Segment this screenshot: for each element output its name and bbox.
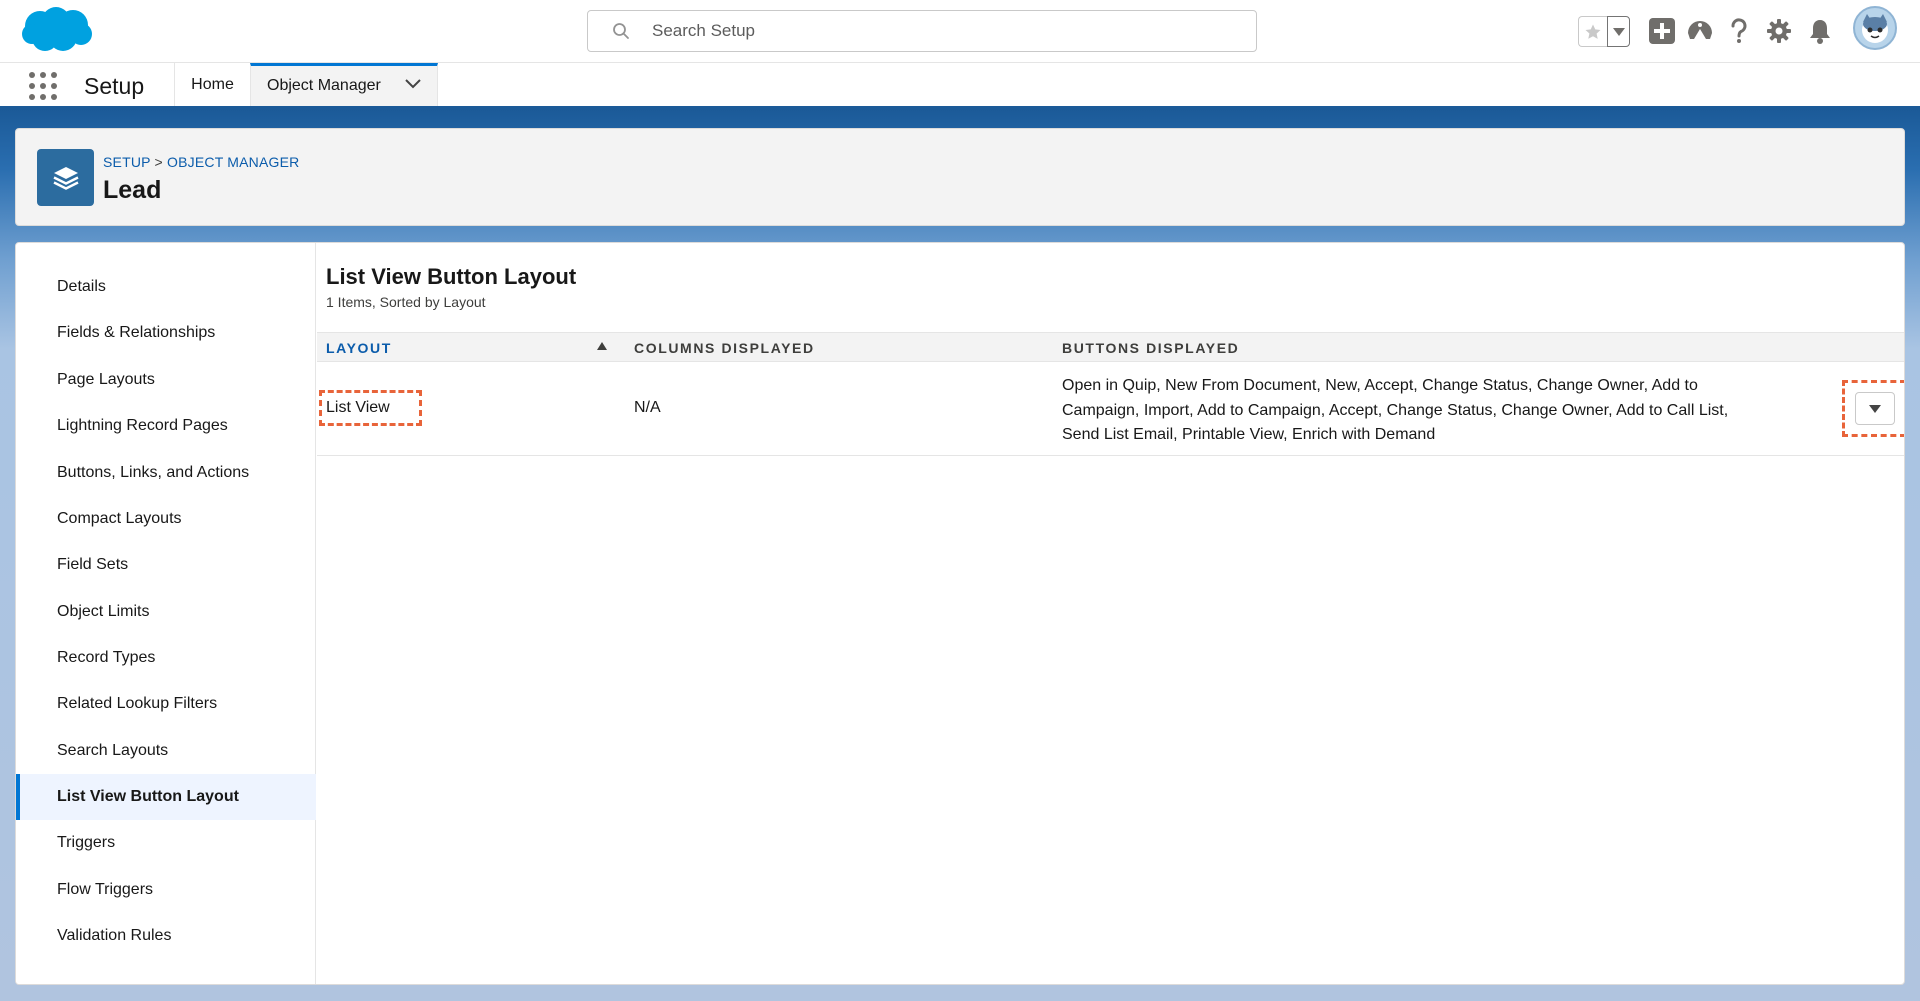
gear-icon xyxy=(1767,19,1791,43)
sidebar-item-compact-layouts[interactable]: Compact Layouts xyxy=(16,496,316,542)
caret-down-icon xyxy=(1612,27,1625,36)
sidebar-item-label: Lightning Record Pages xyxy=(57,417,228,434)
sidebar-item-label: Fields & Relationships xyxy=(57,324,216,341)
context-bar: Setup Home Object Manager xyxy=(0,63,1920,109)
tab-home-label: Home xyxy=(191,75,234,93)
search-icon xyxy=(613,23,629,39)
page-title: Lead xyxy=(103,176,162,204)
sidebar-item-label: Buttons, Links, and Actions xyxy=(57,464,250,481)
sidebar-item-fields-relationships[interactable]: Fields & Relationships xyxy=(16,310,316,356)
sidebar-item-page-layouts[interactable]: Page Layouts xyxy=(16,357,316,403)
app-launcher-icon[interactable] xyxy=(29,72,57,100)
caret-down-icon xyxy=(1869,404,1881,413)
cell-columns-displayed: N/A xyxy=(634,399,661,416)
object-header: SETUP > OBJECT MANAGER Lead xyxy=(15,128,1905,226)
column-header-buttons-displayed: BUTTONS DISPLAYED xyxy=(1062,340,1240,356)
favorites-list-button[interactable] xyxy=(1607,16,1630,47)
sidebar-item-label: Triggers xyxy=(57,834,116,851)
sidebar-item-label: List View Button Layout xyxy=(57,788,239,805)
global-search[interactable] xyxy=(587,10,1257,52)
search-input[interactable] xyxy=(652,21,1212,41)
help-button[interactable] xyxy=(1725,17,1753,45)
section-title: List View Button Layout xyxy=(326,264,577,289)
sidebar-item-label: Object Limits xyxy=(57,603,150,620)
content-area: List View Button Layout 1 Items, Sorted … xyxy=(317,243,1904,984)
sidebar-item-lightning-record-pages[interactable]: Lightning Record Pages xyxy=(16,403,316,449)
breadcrumb-setup[interactable]: SETUP xyxy=(103,154,150,170)
cell-layout-name[interactable]: List View xyxy=(326,399,390,417)
bell-icon xyxy=(1810,20,1830,44)
sidebar-item-object-limits[interactable]: Object Limits xyxy=(16,589,316,635)
global-actions-button[interactable] xyxy=(1648,17,1676,45)
column-header-columns-displayed: COLUMNS DISPLAYED xyxy=(634,340,815,356)
trailhead-icon xyxy=(1688,21,1712,39)
user-avatar[interactable] xyxy=(1853,6,1897,50)
sidebar-item-triggers[interactable]: Triggers xyxy=(16,820,316,866)
sidebar-item-flow-triggers[interactable]: Flow Triggers xyxy=(16,867,316,913)
sidebar-item-buttons-links-actions[interactable]: Buttons, Links, and Actions xyxy=(16,450,316,496)
sort-ascending-icon[interactable] xyxy=(597,342,607,350)
column-header-layout[interactable]: LAYOUT xyxy=(326,340,392,356)
sidebar-item-label: Field Sets xyxy=(57,556,129,573)
section-subtitle: 1 Items, Sorted by Layout xyxy=(326,294,486,310)
sidebar-item-list-view-button-layout[interactable]: List View Button Layout xyxy=(16,774,316,820)
sidebar-item-label: Search Layouts xyxy=(57,742,169,759)
app-name: Setup xyxy=(84,73,145,99)
breadcrumb: SETUP > OBJECT MANAGER xyxy=(103,154,299,170)
setup-button[interactable] xyxy=(1765,17,1793,45)
sidebar-item-record-types[interactable]: Record Types xyxy=(16,635,316,681)
main-panel: Details Fields & Relationships Page Layo… xyxy=(15,242,1905,985)
sidebar-item-label: Related Lookup Filters xyxy=(57,695,218,712)
cell-buttons-displayed: Open in Quip, New From Document, New, Ac… xyxy=(1062,377,1729,443)
notifications-button[interactable] xyxy=(1806,17,1834,45)
astro-avatar-icon xyxy=(1862,14,1888,43)
object-sidebar: Details Fields & Relationships Page Layo… xyxy=(16,243,316,984)
sidebar-item-label: Validation Rules xyxy=(57,927,172,944)
chevron-down-icon[interactable] xyxy=(405,79,421,89)
sidebar-item-label: Flow Triggers xyxy=(57,881,154,898)
star-icon xyxy=(1585,24,1601,39)
object-icon xyxy=(37,149,94,206)
question-icon xyxy=(1731,18,1747,43)
favorites-group xyxy=(1578,16,1632,47)
sidebar-item-label: Details xyxy=(57,278,106,295)
sidebar-item-search-layouts[interactable]: Search Layouts xyxy=(16,728,316,774)
sidebar-item-field-sets[interactable]: Field Sets xyxy=(16,542,316,588)
sidebar-item-related-lookup-filters[interactable]: Related Lookup Filters xyxy=(16,681,316,727)
sidebar-item-label: Record Types xyxy=(57,649,156,666)
global-header xyxy=(0,0,1920,63)
favorite-button[interactable] xyxy=(1578,16,1607,47)
tab-object-manager-label: Object Manager xyxy=(267,77,381,94)
sidebar-item-label: Page Layouts xyxy=(57,371,155,388)
sidebar-item-validation-rules[interactable]: Validation Rules xyxy=(16,913,316,959)
tab-home[interactable]: Home xyxy=(174,63,250,106)
sidebar-item-details[interactable]: Details xyxy=(16,264,316,310)
table-row: List View N/A Open in Quip, New From Doc… xyxy=(317,362,1904,456)
tab-object-manager[interactable]: Object Manager xyxy=(250,63,438,106)
stack-layers-icon xyxy=(52,166,79,190)
plus-icon xyxy=(1649,18,1675,44)
row-actions-button[interactable] xyxy=(1855,392,1895,425)
sidebar-item-label: Compact Layouts xyxy=(57,510,182,527)
table-header: LAYOUT COLUMNS DISPLAYED BUTTONS DISPLAY… xyxy=(317,332,1904,362)
trailhead-button[interactable] xyxy=(1686,17,1714,45)
breadcrumb-object-manager[interactable]: OBJECT MANAGER xyxy=(167,154,299,170)
breadcrumb-separator: > xyxy=(154,154,163,170)
salesforce-cloud-icon[interactable] xyxy=(18,4,94,56)
